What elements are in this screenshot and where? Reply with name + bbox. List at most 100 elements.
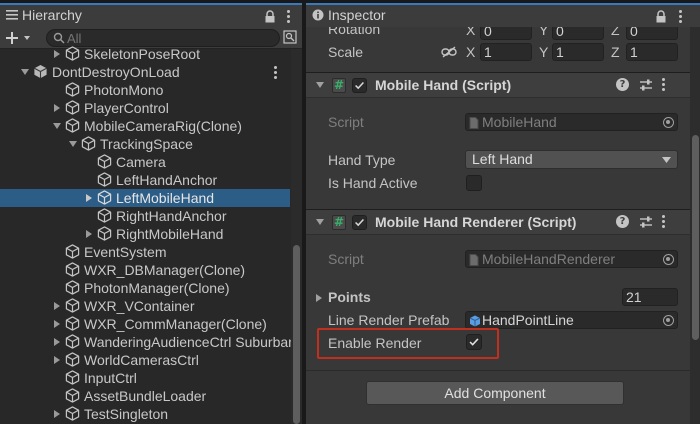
tree-item-label: PhotonManager(Clone)	[84, 280, 230, 296]
help-icon[interactable]: ?	[616, 78, 629, 91]
scene-menu-icon[interactable]	[274, 66, 278, 81]
hand-type-dropdown[interactable]: Left Hand	[465, 150, 678, 169]
hierarchy-tab[interactable]: Hierarchy	[0, 3, 302, 27]
component-enabled-checkbox[interactable]	[352, 78, 367, 93]
tree-item[interactable]: PlayerControl	[0, 99, 290, 117]
scene-filter-icon[interactable]	[283, 30, 297, 44]
inspector-scrollbar[interactable]	[690, 27, 700, 424]
search-input[interactable]	[67, 30, 267, 46]
component-menu-icon[interactable]	[662, 215, 666, 230]
expand-arrow-icon[interactable]	[315, 293, 323, 303]
scale-y-field[interactable]: 1	[552, 43, 604, 61]
tree-item[interactable]: DontDestroyOnLoad	[0, 63, 290, 81]
tree-item-label: RightMobileHand	[116, 226, 224, 242]
renderer-script-field[interactable]: MobileHandRenderer	[465, 250, 678, 268]
tree-item-label: PlayerControl	[84, 100, 169, 116]
tree-item-label: WXR_DBManager(Clone)	[84, 262, 246, 278]
expand-arrow-icon[interactable]	[52, 319, 62, 329]
tree-item[interactable]: PhotonMono	[0, 81, 290, 99]
component-enabled-checkbox[interactable]	[352, 215, 367, 230]
points-label[interactable]: Points	[328, 289, 371, 305]
tree-item[interactable]: Camera	[0, 153, 290, 171]
gameobject-icon	[65, 100, 80, 115]
tree-item[interactable]: WXR_DBManager(Clone)	[0, 261, 290, 279]
object-picker-icon[interactable]	[663, 254, 674, 265]
tree-item[interactable]: RightHandAnchor	[0, 207, 290, 225]
gameobject-icon	[97, 154, 112, 169]
scale-x-label[interactable]: X	[466, 44, 475, 60]
info-icon	[312, 9, 324, 21]
tree-item[interactable]: TrackingSpace	[0, 135, 290, 153]
inspector-scroll-thumb[interactable]	[692, 135, 699, 340]
expand-arrow-icon[interactable]	[52, 301, 62, 311]
hierarchy-panel: Hierarchy SkeletonPoseRoot	[0, 0, 302, 424]
gameobject-icon	[65, 46, 80, 61]
tree-item-label: RightHandAnchor	[116, 208, 227, 224]
inspector-tab-label: Inspector	[328, 7, 386, 23]
expand-arrow-icon[interactable]	[84, 229, 94, 239]
scale-z-label[interactable]: Z	[611, 44, 620, 60]
collapse-arrow-icon[interactable]	[20, 67, 30, 77]
script-field[interactable]: MobileHand	[465, 113, 678, 131]
tree-item[interactable]: RightMobileHand	[0, 225, 290, 243]
tree-item[interactable]: SkeletonPoseRoot	[0, 45, 290, 63]
hand-type-value: Left Hand	[472, 151, 533, 167]
object-picker-icon[interactable]	[663, 117, 674, 128]
gameobject-icon	[97, 172, 112, 187]
collapse-arrow-icon[interactable]	[68, 139, 78, 149]
scale-y-label[interactable]: Y	[539, 44, 548, 60]
inspector-tab[interactable]: Inspector	[306, 3, 700, 27]
lock-icon[interactable]	[264, 10, 276, 23]
tree-item-label: InputCtrl	[84, 370, 137, 386]
object-picker-icon[interactable]	[663, 315, 674, 326]
script-value: MobileHand	[482, 114, 557, 130]
hierarchy-scroll-thumb[interactable]	[293, 245, 300, 424]
expand-arrow-icon[interactable]	[52, 409, 62, 419]
gameobject-icon	[65, 334, 80, 349]
tree-item-label: WorldCamerasCtrl	[84, 352, 199, 368]
line-render-prefab-field[interactable]: HandPointLine	[465, 311, 678, 329]
fold-arrow-icon[interactable]	[315, 218, 325, 226]
hierarchy-scrollbar[interactable]	[291, 49, 302, 424]
fold-arrow-icon[interactable]	[315, 81, 325, 89]
expand-arrow-icon[interactable]	[52, 49, 62, 59]
tree-item-selected[interactable]: LeftMobileHand	[0, 189, 290, 207]
lock-icon[interactable]	[655, 10, 667, 23]
expand-arrow-icon[interactable]	[84, 193, 94, 203]
collapse-arrow-icon[interactable]	[52, 121, 62, 131]
tree-item[interactable]: WXR_VContainer	[0, 297, 290, 315]
tree-item[interactable]: LeftHandAnchor	[0, 171, 290, 189]
tree-item[interactable]: PhotonManager(Clone)	[0, 279, 290, 297]
hierarchy-menu-icon[interactable]	[287, 10, 291, 24]
tree-item[interactable]: WorldCamerasCtrl	[0, 351, 290, 369]
is-hand-active-checkbox[interactable]	[466, 175, 482, 191]
mobile-hand-renderer-header[interactable]: # Mobile Hand Renderer (Script) ?	[306, 209, 690, 235]
tree-item-label: AssetBundleLoader	[84, 388, 207, 404]
expand-arrow-icon[interactable]	[52, 355, 62, 365]
inspector-menu-icon[interactable]	[679, 10, 683, 24]
mobile-hand-header[interactable]: # Mobile Hand (Script) ?	[306, 72, 690, 98]
gameobject-icon	[65, 406, 80, 421]
constrain-proportions-icon[interactable]	[441, 46, 457, 58]
add-component-button[interactable]: Add Component	[366, 381, 624, 405]
scale-x-field[interactable]: 1	[480, 43, 532, 61]
help-icon[interactable]: ?	[616, 215, 629, 228]
tree-item[interactable]: EventSystem	[0, 243, 290, 261]
component-menu-icon[interactable]	[662, 78, 666, 93]
tree-item[interactable]: MobileCameraRig(Clone)	[0, 117, 290, 135]
tree-item[interactable]: WXR_CommManager(Clone)	[0, 315, 290, 333]
scale-z-field[interactable]: 1	[626, 43, 678, 61]
tree-item-label: TestSingleton	[84, 406, 169, 422]
line-render-prefab-value: HandPointLine	[482, 312, 574, 328]
tree-item[interactable]: InputCtrl	[0, 369, 290, 387]
presets-icon[interactable]	[639, 215, 653, 229]
expand-arrow-icon[interactable]	[52, 337, 62, 347]
points-size-field[interactable]: 21	[622, 288, 678, 306]
tree-item[interactable]: AssetBundleLoader	[0, 387, 290, 405]
tree-item[interactable]: WanderingAudienceCtrl Suburban	[0, 333, 296, 351]
prefab-icon	[469, 315, 481, 327]
hand-type-label: Hand Type	[328, 152, 396, 168]
presets-icon[interactable]	[639, 78, 653, 92]
tree-item[interactable]: TestSingleton	[0, 405, 290, 423]
expand-arrow-icon[interactable]	[52, 103, 62, 113]
